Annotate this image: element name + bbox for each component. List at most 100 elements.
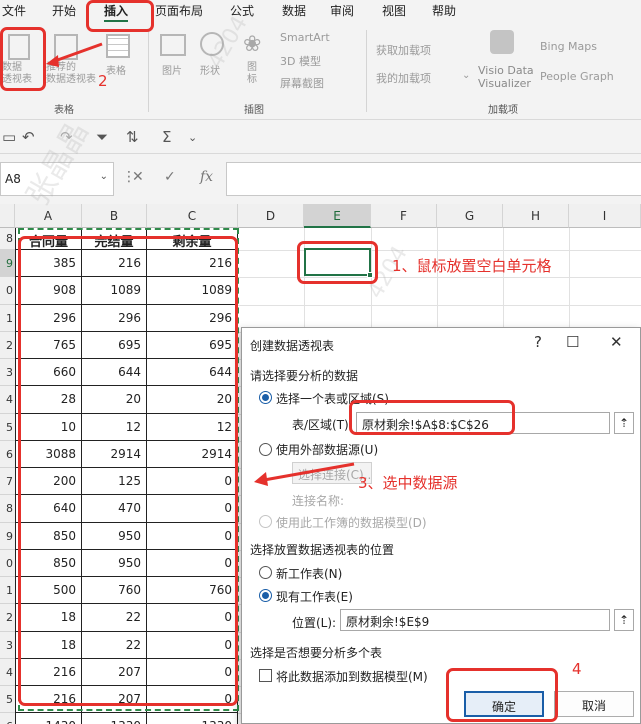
data-cell[interactable]: 1089 xyxy=(147,277,238,305)
option-external-source[interactable]: 使用外部数据源(U) xyxy=(276,441,378,458)
row-header[interactable]: 0 xyxy=(0,277,15,305)
menu-view[interactable]: 视图 xyxy=(382,2,406,19)
menu-review[interactable]: 审阅 xyxy=(330,2,354,19)
column-header[interactable]: H xyxy=(503,204,569,228)
column-header[interactable]: B xyxy=(82,204,147,228)
row-header[interactable]: 9 xyxy=(0,522,15,550)
data-cell[interactable]: 470 xyxy=(82,495,147,523)
insert-function-icon[interactable]: fx xyxy=(200,169,213,185)
data-cell[interactable]: 18 xyxy=(15,631,82,659)
data-cell[interactable]: 850 xyxy=(15,522,82,550)
customize-icon[interactable]: ⌄ xyxy=(188,131,197,144)
data-cell[interactable]: 2914 xyxy=(147,440,238,468)
column-header[interactable]: C xyxy=(147,204,238,228)
data-cell[interactable]: 18 xyxy=(15,604,82,632)
row-header[interactable]: 8 xyxy=(0,228,15,250)
data-cell[interactable]: 640 xyxy=(15,495,82,523)
add-data-model-label[interactable]: 将此数据添加到数据模型(M) xyxy=(276,668,428,685)
maximize-icon[interactable]: ☐ xyxy=(566,333,579,351)
row-header[interactable]: 5 xyxy=(0,413,15,441)
data-cell[interactable]: 1430 xyxy=(15,713,82,724)
data-cell[interactable]: 207 xyxy=(82,658,147,686)
data-cell[interactable]: 216 xyxy=(82,250,147,278)
radio-select-range[interactable] xyxy=(259,391,272,404)
data-cell[interactable]: 850 xyxy=(15,549,82,577)
3d-models-button[interactable]: 3D 模型 xyxy=(280,53,321,69)
chevron-down-icon[interactable]: ⌄ xyxy=(462,70,470,81)
data-cell[interactable]: 0 xyxy=(147,686,238,714)
header-cell[interactable]: 完结量 xyxy=(82,228,147,250)
column-header[interactable]: I xyxy=(569,204,641,228)
data-cell[interactable]: 644 xyxy=(147,359,238,387)
radio-external-source[interactable] xyxy=(259,443,272,456)
row-header[interactable]: 2 xyxy=(0,331,15,359)
data-cell[interactable]: 0 xyxy=(147,604,238,632)
data-cell[interactable]: 660 xyxy=(15,359,82,387)
filter-icon[interactable]: ⏷ xyxy=(96,128,108,146)
row-header[interactable]: 0 xyxy=(0,549,15,577)
enter-icon[interactable]: ✓ xyxy=(164,169,176,185)
data-cell[interactable]: 28 xyxy=(15,386,82,414)
location-input[interactable]: 原材剩余!$E$9 xyxy=(340,609,610,631)
row-header[interactable]: 2 xyxy=(0,604,15,632)
data-cell[interactable]: 695 xyxy=(147,331,238,359)
cancel-button[interactable]: 取消 xyxy=(554,691,634,717)
data-cell[interactable]: 0 xyxy=(147,495,238,523)
data-cell[interactable]: 125 xyxy=(82,468,147,496)
location-picker-icon[interactable]: ⇡ xyxy=(614,609,634,631)
data-cell[interactable]: 12 xyxy=(147,413,238,441)
data-cell[interactable]: 3088 xyxy=(15,440,82,468)
formula-input[interactable] xyxy=(226,162,641,196)
data-cell[interactable]: 216 xyxy=(15,686,82,714)
header-cell[interactable]: 剩余量 xyxy=(147,228,238,250)
redo-icon[interactable]: ↷ xyxy=(60,128,73,146)
ok-button[interactable]: 确定 xyxy=(464,691,544,717)
select-all-corner[interactable] xyxy=(0,204,15,228)
option-existing-worksheet[interactable]: 现有工作表(E) xyxy=(276,588,353,605)
row-header[interactable]: 9 xyxy=(0,250,15,278)
data-cell[interactable]: 0 xyxy=(147,658,238,686)
data-cell[interactable]: 20 xyxy=(147,386,238,414)
data-cell[interactable]: 22 xyxy=(82,604,147,632)
menu-insert[interactable]: 插入 xyxy=(104,2,129,22)
menu-file[interactable]: 文件 xyxy=(2,2,26,19)
data-cell[interactable]: 908 xyxy=(15,277,82,305)
column-header[interactable]: A xyxy=(15,204,82,228)
save-icon[interactable]: ▭ xyxy=(2,128,16,146)
row-header[interactable]: 4 xyxy=(0,386,15,414)
data-cell[interactable]: 0 xyxy=(147,468,238,496)
data-cell[interactable]: 644 xyxy=(82,359,147,387)
data-cell[interactable]: 0 xyxy=(147,549,238,577)
radio-new-worksheet[interactable] xyxy=(259,566,272,579)
data-cell[interactable]: 216 xyxy=(15,658,82,686)
menu-help[interactable]: 帮助 xyxy=(432,2,456,19)
column-header[interactable]: G xyxy=(437,204,503,228)
name-box[interactable]: A8 ⌄ xyxy=(0,162,114,196)
data-cell[interactable]: 12 xyxy=(82,413,147,441)
row-header[interactable]: 8 xyxy=(0,495,15,523)
data-cell[interactable]: 200 xyxy=(15,468,82,496)
row-header[interactable]: 4 xyxy=(0,658,15,686)
column-header[interactable]: E xyxy=(304,204,371,228)
data-cell[interactable]: 1089 xyxy=(82,277,147,305)
data-cell[interactable]: 765 xyxy=(15,331,82,359)
fill-handle[interactable] xyxy=(367,272,373,278)
chevron-down-icon[interactable]: ⌄ xyxy=(100,171,108,182)
smartart-button[interactable]: SmartArt xyxy=(280,31,330,44)
menu-data[interactable]: 数据 xyxy=(282,2,306,19)
row-header[interactable]: 5 xyxy=(0,686,15,714)
undo-icon[interactable]: ↶ xyxy=(22,128,35,146)
data-cell[interactable]: 0 xyxy=(147,631,238,659)
header-cell[interactable]: 合同量 xyxy=(15,228,82,250)
radio-existing-worksheet[interactable] xyxy=(259,589,272,602)
data-cell[interactable]: 20 xyxy=(82,386,147,414)
row-header[interactable]: 1 xyxy=(0,304,15,332)
data-cell[interactable]: 296 xyxy=(82,304,147,332)
row-header[interactable]: 3 xyxy=(0,359,15,387)
data-cell[interactable]: 10 xyxy=(15,413,82,441)
option-new-worksheet[interactable]: 新工作表(N) xyxy=(276,565,342,582)
data-cell[interactable]: 296 xyxy=(15,304,82,332)
option-select-range[interactable]: 选择一个表或区域(S) xyxy=(276,390,389,407)
bing-maps-button[interactable]: Bing Maps xyxy=(540,40,597,53)
row-header[interactable]: 1 xyxy=(0,577,15,605)
